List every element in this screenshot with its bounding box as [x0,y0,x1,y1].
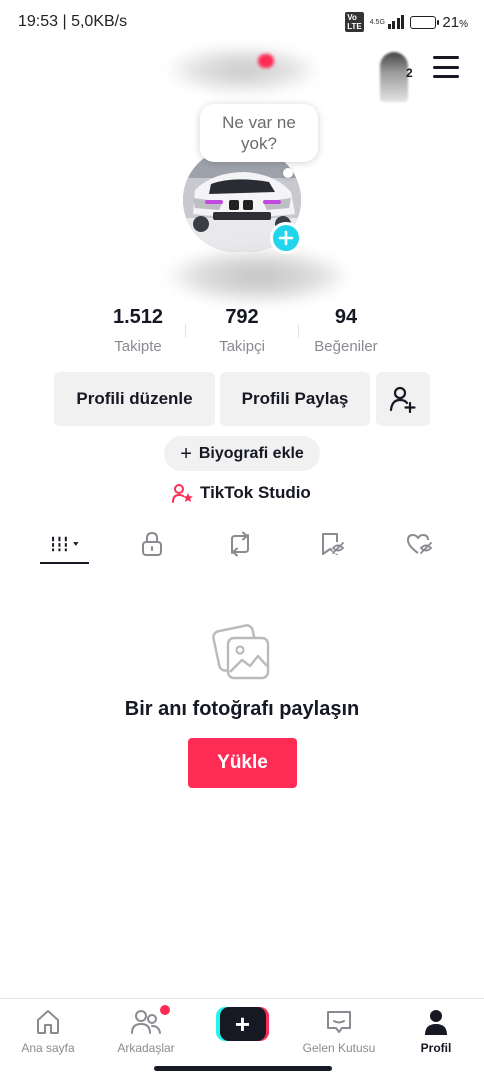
liked-hidden-icon [407,534,433,555]
followers-count: 792 [225,306,259,328]
stat-divider [185,324,186,338]
content-tabs [0,520,484,568]
tab-private[interactable] [132,526,172,562]
grid-icon [50,536,79,552]
nav-home-label: Ana sayfa [21,1041,75,1055]
profile-icon [425,1010,447,1035]
add-avatar-button[interactable] [270,222,302,254]
add-friend-button[interactable] [376,372,430,426]
tab-reposts[interactable] [220,526,260,562]
battery-icon [410,15,440,29]
stat-following[interactable]: 1.512 Takipte [86,306,190,362]
studio-icon [172,484,193,503]
profile-stats: 1.512 Takipte 792 Takipçi 94 Beğeniler [86,306,398,362]
plus-icon [278,230,294,246]
tab-favorites[interactable] [312,526,352,562]
nav-friends[interactable]: Arkadaşlar [98,1005,194,1059]
status-time-speed: 19:53 | 5,0KB/s [18,13,128,30]
network-type: 4.5G [369,18,385,26]
friends-notification-dot [160,1005,170,1015]
nav-home[interactable]: Ana sayfa [0,1005,96,1059]
share-profile-button[interactable]: Profili Paylaş [220,372,370,426]
inbox-icon [327,1011,351,1033]
tiktok-studio-link[interactable]: TikTok Studio [172,480,311,506]
profile-note[interactable]: Ne var ne yok? [200,104,318,162]
nav-profile-label: Profil [420,1041,452,1055]
nav-inbox[interactable]: Gelen Kutusu [291,1005,387,1059]
upload-button[interactable]: Yükle [188,738,297,788]
volte-icon: Vo LTE [345,12,364,32]
tab-liked[interactable] [400,526,440,562]
stat-likes[interactable]: 94 Beğeniler [294,306,398,362]
friends-icon [131,1010,161,1034]
add-bio-button[interactable]: + Biyografi ekle [164,436,320,471]
create-plus-icon: + [234,1009,251,1039]
nav-friends-label: Arkadaşlar [117,1041,175,1055]
edit-profile-button[interactable]: Profili düzenle [54,372,215,426]
mini-avatar [380,52,408,102]
note-bubble-tail [283,168,293,178]
bio-blurred [168,248,348,304]
lock-icon [142,531,162,556]
empty-state-title: Bir anı fotoğrafı paylaşın [124,698,360,720]
following-label: Takipte [114,338,162,355]
plus-icon: + [180,442,192,465]
following-count: 1.512 [112,306,164,328]
menu-icon[interactable] [433,56,459,78]
live-indicator [258,54,274,68]
status-icons: Vo LTE 4.5G 21% [345,12,468,32]
account-switcher[interactable]: 2 [376,50,413,102]
nav-inbox-label: Gelen Kutusu [302,1041,376,1055]
stat-followers[interactable]: 792 Takipçi [190,306,294,362]
status-bar: 19:53 | 5,0KB/s Vo LTE 4.5G 21% [0,0,484,44]
studio-label: TikTok Studio [200,483,311,502]
notification-count: 2 [406,66,413,80]
add-user-icon [389,386,416,413]
bookmark-hidden-icon [322,533,345,555]
followers-label: Takipçi [219,338,265,355]
nav-profile[interactable]: Profil [388,1005,484,1059]
home-icon [37,1010,59,1034]
repost-icon [231,531,249,557]
add-bio-label: Biyografi ekle [198,444,304,462]
photos-icon [212,624,270,680]
home-indicator[interactable] [154,1066,332,1071]
signal-icon [387,15,405,29]
battery-percent: 21% [442,13,468,31]
active-tab-indicator [40,562,89,564]
tab-videos[interactable] [44,526,84,562]
likes-label: Beğeniler [314,338,378,355]
username-blurred [168,46,318,94]
likes-count: 94 [334,306,358,328]
create-button[interactable]: + [216,1007,269,1041]
